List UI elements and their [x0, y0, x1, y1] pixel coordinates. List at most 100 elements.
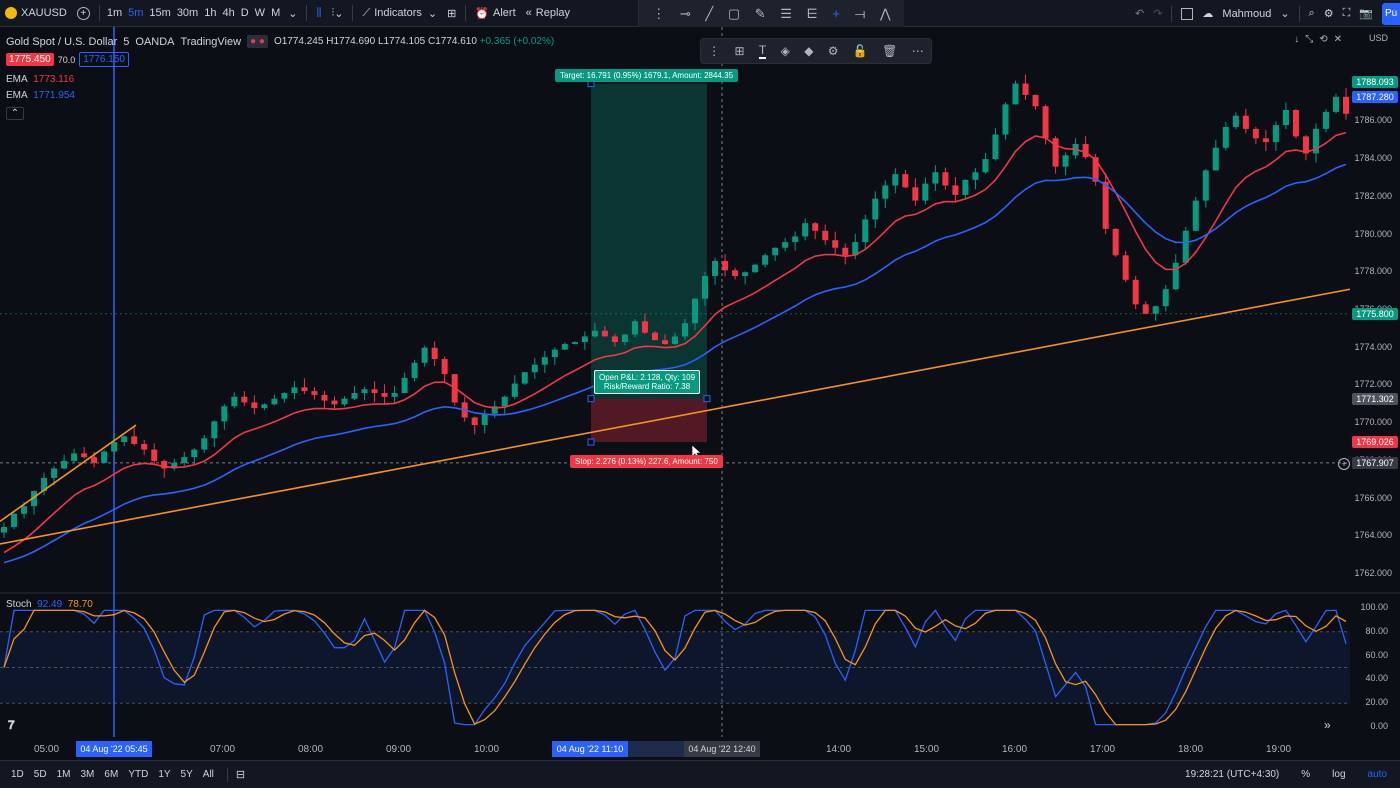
- position-target-zone[interactable]: [591, 83, 707, 399]
- search-icon[interactable]: ⌕: [1309, 7, 1315, 20]
- trend-line-icon[interactable]: ╱: [705, 6, 713, 22]
- range-5d[interactable]: 5D: [29, 769, 52, 780]
- interval-dropdown[interactable]: ⌄: [283, 0, 302, 27]
- ema-fast-legend[interactable]: EMA 1773.116: [6, 74, 74, 85]
- range-1m[interactable]: 1M: [52, 769, 76, 780]
- range-5y[interactable]: 5Y: [176, 769, 198, 780]
- redo-icon[interactable]: ↷: [1153, 7, 1162, 20]
- calendar-icon[interactable]: ⊟: [236, 768, 245, 781]
- templates-button[interactable]: ⊞: [442, 0, 461, 27]
- line-color-icon[interactable]: ◆: [804, 44, 813, 58]
- layout-icon[interactable]: [1181, 7, 1194, 20]
- interval-4h[interactable]: 4h: [219, 0, 237, 27]
- interval-5m[interactable]: 5m: [125, 0, 146, 27]
- range-ytd[interactable]: YTD: [123, 769, 153, 780]
- add-alert-plus-icon[interactable]: +: [1338, 458, 1350, 470]
- time-tick-label: 14:00: [826, 744, 852, 755]
- price-tick-label: 1784.000: [1354, 153, 1392, 164]
- undo-icon[interactable]: ↶: [1135, 7, 1144, 20]
- symbol-search[interactable]: XAUUSD: [0, 0, 72, 27]
- interval-list: 1m 5m 15m 30m 1h 4h D W M: [104, 0, 283, 27]
- market-status-badge[interactable]: ● ●: [247, 35, 268, 48]
- bar-style-button[interactable]: ⫶ ⌄: [327, 0, 349, 27]
- price-chart[interactable]: [0, 27, 1400, 760]
- camera-icon[interactable]: 📷: [1359, 7, 1373, 20]
- drag-handle[interactable]: [587, 438, 595, 446]
- currency-label[interactable]: USD: [1369, 33, 1388, 43]
- target-label[interactable]: Target: 16.791 (0.95%) 1679.1, Amount: 2…: [555, 69, 739, 82]
- buy-button[interactable]: 1776.150: [79, 52, 129, 67]
- log-toggle[interactable]: log: [1327, 769, 1350, 780]
- alert-button[interactable]: ⏰ Alert: [470, 0, 520, 27]
- chart-type-button[interactable]: ⫼: [311, 0, 326, 27]
- candle-body: [1242, 115, 1249, 129]
- interval-D[interactable]: D: [238, 0, 252, 27]
- price-tag: 1788.093: [1352, 75, 1398, 88]
- arrow-down-icon[interactable]: ↓: [1294, 34, 1299, 45]
- template-icon[interactable]: ⊞: [735, 44, 745, 58]
- interval-M[interactable]: M: [268, 0, 283, 27]
- candle-body: [651, 332, 658, 341]
- channel-icon[interactable]: ⋿: [806, 6, 817, 22]
- range-1y[interactable]: 1Y: [153, 769, 175, 780]
- stoch-legend[interactable]: Stoch 92.49 78.70: [6, 599, 93, 610]
- sell-button[interactable]: 1775.450: [6, 53, 54, 66]
- interval-1m[interactable]: 1m: [104, 0, 125, 27]
- interval-15m[interactable]: 15m: [146, 0, 173, 27]
- user-name[interactable]: Mahmoud: [1222, 8, 1271, 20]
- percent-toggle[interactable]: %: [1296, 769, 1315, 780]
- publish-button[interactable]: Pu: [1382, 2, 1400, 25]
- trash-icon[interactable]: 🗑: [882, 44, 897, 58]
- candle-body: [972, 172, 979, 180]
- path-icon[interactable]: ⋀: [880, 6, 891, 22]
- clock[interactable]: 19:28:21 (UTC+4:30): [1180, 769, 1284, 780]
- candle-body: [1172, 262, 1179, 290]
- more-icon[interactable]: ⋯: [912, 44, 924, 58]
- gear-icon[interactable]: ⚙: [1324, 7, 1334, 20]
- settings-icon[interactable]: ⚙: [828, 44, 839, 58]
- drag-handle[interactable]: [587, 395, 595, 403]
- range-1d[interactable]: 1D: [6, 769, 29, 780]
- indicators-button[interactable]: ⟋ Indicators ⌄: [357, 0, 442, 27]
- ema-slow-legend[interactable]: EMA 1771.954: [6, 90, 75, 101]
- tradingview-logo[interactable]: 𝟕: [8, 718, 15, 733]
- stop-label[interactable]: Stop: 2.276 (0.13%) 227.6, Amount: 750: [570, 455, 723, 468]
- fib-icon[interactable]: ☰: [780, 6, 792, 22]
- drag-handle[interactable]: [703, 395, 711, 403]
- range-all[interactable]: All: [198, 769, 219, 780]
- fill-color-icon[interactable]: ◈: [781, 44, 790, 58]
- range-3m[interactable]: 3M: [76, 769, 100, 780]
- compare-button[interactable]: +: [72, 0, 95, 27]
- position-stop-zone[interactable]: [591, 398, 707, 443]
- candle-body: [762, 255, 769, 265]
- restore-icon[interactable]: ⟲: [1319, 34, 1327, 45]
- collapse-legend-button[interactable]: ⌃: [6, 107, 24, 120]
- candle-body: [1182, 230, 1189, 263]
- drag-handle-icon[interactable]: ⋮: [652, 6, 665, 22]
- range-6m[interactable]: 6M: [99, 769, 123, 780]
- auto-toggle[interactable]: auto: [1363, 769, 1392, 780]
- scroll-right-icon[interactable]: »: [1324, 718, 1331, 732]
- replay-button[interactable]: «Replay: [521, 0, 575, 27]
- drag-handle-icon[interactable]: ⋮: [708, 44, 720, 58]
- interval-W[interactable]: W: [252, 0, 268, 27]
- ray-icon[interactable]: ⟞: [855, 6, 866, 22]
- rectangle-icon[interactable]: ▢: [728, 6, 740, 22]
- chevron-down-icon[interactable]: ⌄: [1280, 7, 1289, 20]
- open-pnl-label[interactable]: Open P&L: 2.128, Qty: 109 Risk/Reward Ra…: [594, 370, 701, 394]
- close-icon[interactable]: ✕: [1334, 34, 1342, 45]
- indicators-label: Indicators: [374, 7, 422, 19]
- lock-icon[interactable]: 🔓: [853, 44, 868, 58]
- interval-30m[interactable]: 30m: [174, 0, 201, 27]
- crosshair-icon[interactable]: +: [832, 6, 840, 21]
- interval-1h[interactable]: 1h: [201, 0, 219, 27]
- candle-body: [1232, 115, 1239, 127]
- collapse-icon[interactable]: ⤡: [1305, 34, 1313, 45]
- horizontal-line-icon[interactable]: ⊸: [680, 6, 691, 22]
- candle-body: [271, 398, 278, 405]
- brush-icon[interactable]: ✎: [755, 6, 766, 22]
- text-icon[interactable]: T: [758, 43, 767, 59]
- replay-icon: «: [525, 7, 532, 19]
- candle-body: [832, 240, 839, 248]
- fullscreen-icon[interactable]: ⛶: [1343, 7, 1351, 20]
